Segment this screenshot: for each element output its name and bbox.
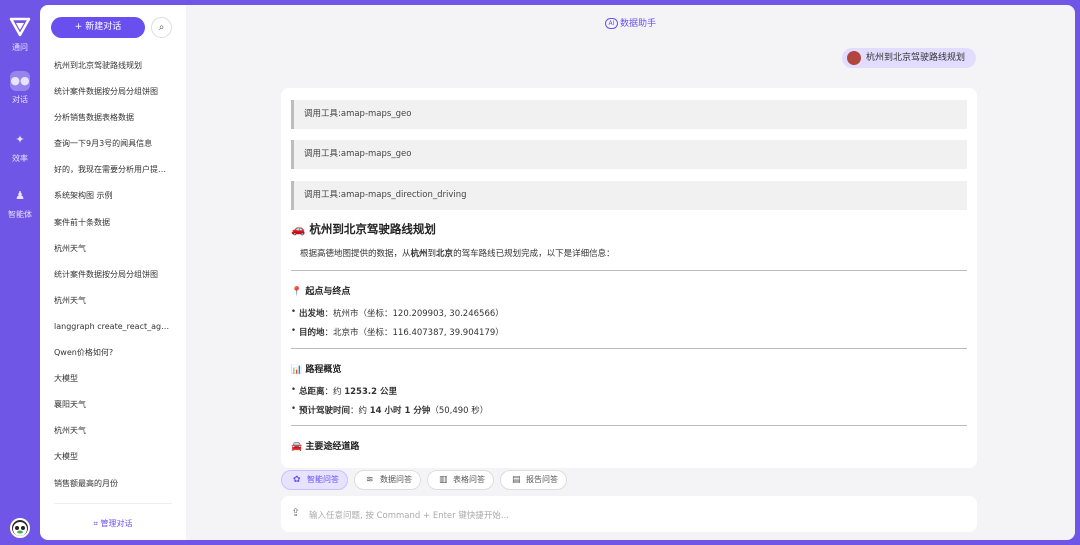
- panda-avatar-icon: [13, 522, 27, 536]
- app-window: 通问 ●● 对话 ✦ 效率 ♟ 智能体 + 新建对话 ⌕ 杭州到北京驾驶路线规划…: [0, 0, 1080, 545]
- tab-label: 智能问答: [307, 475, 339, 484]
- history-item[interactable]: Qwen价格如何?: [40, 340, 186, 366]
- logo-icon: [9, 17, 31, 37]
- item-value: ：杭州市（坐标：120.209903, 30.246566）: [324, 309, 504, 319]
- intro-text: 到: [427, 249, 437, 259]
- item-value: ：北京市（坐标：116.407387, 39.904179）: [324, 328, 504, 338]
- section-title-roads: 🚘 主要途经道路: [291, 442, 360, 452]
- list-item: 目的地：北京市（坐标：116.407387, 39.904179）: [291, 326, 504, 338]
- answer-intro: 根据高德地图提供的数据，从杭州到北京的驾车路线已规划完成，以下是详细信息：: [300, 247, 615, 259]
- tab-report-qa[interactable]: ▤ 报告问答: [500, 470, 567, 490]
- smart-qa-icon: ✿: [293, 475, 301, 485]
- history-item[interactable]: 襄阳天气: [40, 392, 186, 418]
- history-item[interactable]: 统计案件数据按分局分组饼图: [40, 79, 186, 105]
- search-button[interactable]: ⌕: [151, 17, 172, 38]
- left-rail: 通问 ●● 对话 ✦ 效率 ♟ 智能体: [0, 0, 40, 545]
- upload-icon[interactable]: ⇪: [291, 506, 300, 519]
- chat-bubble-icon: ●●: [10, 71, 30, 91]
- history-item[interactable]: 销售额最高的月份: [40, 471, 186, 497]
- rail-item-chat[interactable]: ●● 对话: [0, 71, 40, 105]
- history-item[interactable]: 杭州天气: [40, 288, 186, 314]
- tab-label: 数据问答: [380, 475, 412, 484]
- history-item[interactable]: 分析销售数据表格数据: [40, 105, 186, 131]
- item-label: 目的地: [299, 328, 325, 338]
- item-label: 预计驾驶时间: [299, 406, 351, 416]
- history-item[interactable]: 大模型: [40, 366, 186, 392]
- history-item[interactable]: 杭州到北京驾驶路线规划: [40, 53, 186, 79]
- tab-label: 报告问答: [526, 475, 558, 484]
- divider: [291, 348, 967, 349]
- report-icon: ▤: [512, 475, 521, 485]
- bulb-icon: ✦: [15, 133, 25, 146]
- item-value: 14 小时 1 分钟: [369, 406, 431, 416]
- divider: [291, 270, 967, 271]
- chat-main: AI 数据助手 杭州到北京驾驶路线规划 调用工具:amap-maps_geo 调用…: [186, 5, 1075, 540]
- intro-text: 的驾车路线已规划完成，以下是详细信息：: [453, 249, 615, 259]
- manage-icon: ⌗: [93, 519, 101, 528]
- ai-badge-icon: AI: [604, 18, 618, 29]
- section-title-overview: 📊 路程概览: [291, 365, 342, 375]
- history-item[interactable]: 统计案件数据按分局分组饼图: [40, 262, 186, 288]
- item-label: 出发地: [299, 309, 325, 319]
- list-item: 总距离：约 1253.2 公里: [291, 385, 397, 397]
- chat-input[interactable]: ⇪ 输入任意问题, 按 Command + Enter 键快捷开始...: [281, 496, 977, 532]
- history-list: 杭州到北京驾驶路线规划 统计案件数据按分局分组饼图 分析销售数据表格数据 查询一下9月…: [40, 53, 186, 497]
- item-text: ：约: [350, 406, 370, 416]
- history-item[interactable]: langgraph create_react_agent...: [40, 314, 186, 340]
- assistant-answer-card: 调用工具:amap-maps_geo 调用工具:amap-maps_geo 调用…: [281, 88, 977, 468]
- page-title-text: 数据助手: [619, 19, 656, 29]
- new-chat-button[interactable]: + 新建对话: [51, 17, 145, 38]
- bar-chart-icon: ▥: [439, 475, 448, 485]
- tab-smart-qa[interactable]: ✿ 智能问答: [281, 470, 348, 490]
- rail-label: 通问: [12, 43, 28, 52]
- tool-call-block[interactable]: 调用工具:amap-maps_direction_driving: [291, 181, 967, 210]
- list-item: 出发地：杭州市（坐标：120.209903, 30.246566）: [291, 307, 504, 319]
- rail-label: 效率: [12, 154, 28, 163]
- rail-item-agent[interactable]: ♟ 智能体: [0, 186, 40, 220]
- answer-heading: 🚗 杭州到北京驾驶路线规划: [291, 222, 436, 236]
- agent-icon: ♟: [15, 189, 25, 202]
- rail-label: 智能体: [8, 210, 32, 219]
- page-title: AI 数据助手: [186, 16, 1075, 29]
- tab-table-qa[interactable]: ▥ 表格问答: [427, 470, 494, 490]
- history-item[interactable]: 案件前十条数据: [40, 210, 186, 236]
- divider: [291, 425, 967, 426]
- tab-data-qa[interactable]: ≋ 数据问答: [354, 470, 421, 490]
- rail-item-tongwen[interactable]: 通问: [0, 42, 40, 53]
- tab-label: 表格问答: [453, 475, 485, 484]
- history-item[interactable]: 大模型: [40, 444, 186, 470]
- intro-bold: 杭州: [410, 249, 428, 259]
- list-item: 预计驾驶时间：约 14 小时 1 分钟（50,490 秒）: [291, 404, 489, 416]
- history-item[interactable]: 系统架构图 示例: [40, 183, 186, 209]
- user-message-text: 杭州到北京驾驶路线规划: [866, 53, 966, 63]
- user-avatar-small: [847, 51, 861, 65]
- history-item[interactable]: 杭州天气: [40, 418, 186, 444]
- manage-chats-button[interactable]: ⌗ 管理对话: [40, 518, 186, 529]
- item-text: ：约: [324, 387, 345, 397]
- intro-text: 根据高德地图提供的数据，从: [300, 249, 411, 259]
- history-item[interactable]: 查询一下9月3号的闻具信息: [40, 131, 186, 157]
- history-sidebar: + 新建对话 ⌕ 杭州到北京驾驶路线规划 统计案件数据按分局分组饼图 分析销售数据表…: [40, 5, 194, 540]
- manage-label: 管理对话: [100, 519, 133, 528]
- intro-bold: 北京: [436, 249, 454, 259]
- item-label: 总距离: [299, 387, 325, 397]
- item-text: （50,490 秒）: [430, 406, 489, 416]
- tool-call-block[interactable]: 调用工具:amap-maps_geo: [291, 100, 967, 129]
- database-icon: ≋: [366, 475, 374, 485]
- history-item[interactable]: 好的，我现在需要分析用户提供...: [40, 157, 186, 183]
- chat-input-placeholder: 输入任意问题, 按 Command + Enter 键快捷开始...: [309, 511, 509, 521]
- user-avatar[interactable]: [10, 518, 30, 538]
- search-icon: ⌕: [158, 22, 165, 33]
- rail-label: 对话: [12, 95, 28, 104]
- item-value: 1253.2 公里: [344, 387, 397, 397]
- user-message-bubble: 杭州到北京驾驶路线规划: [842, 48, 976, 68]
- tool-call-block[interactable]: 调用工具:amap-maps_geo: [291, 140, 967, 169]
- section-title-endpoints: 📍 起点与终点: [291, 287, 351, 297]
- rail-item-efficiency[interactable]: ✦ 效率: [0, 130, 40, 164]
- divider: [54, 503, 172, 504]
- history-item[interactable]: 杭州天气: [40, 236, 186, 262]
